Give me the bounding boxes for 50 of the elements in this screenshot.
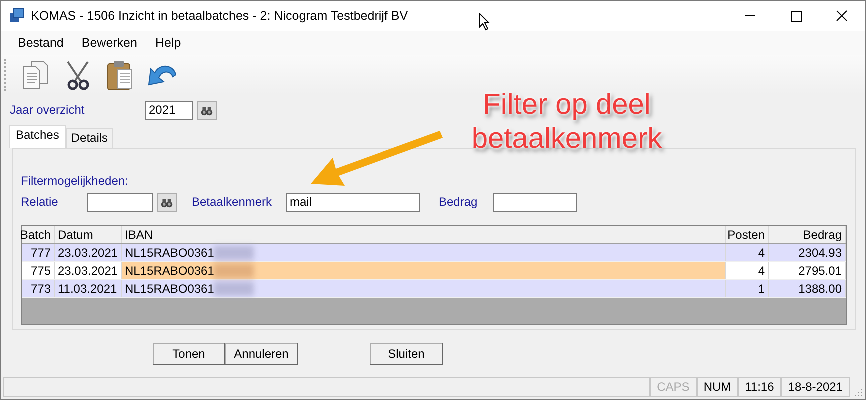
field-label: Betaalkenmerk bbox=[192, 195, 274, 209]
table-cell: 11.03.2021 bbox=[55, 280, 122, 297]
year-field[interactable]: 2021 bbox=[145, 100, 193, 120]
menu-item[interactable]: Bestand bbox=[9, 36, 73, 50]
annotation-text: Filter op deel betaalkenmerk bbox=[470, 88, 664, 156]
column-header[interactable]: Datum bbox=[55, 226, 122, 243]
column-header[interactable]: IBAN bbox=[122, 226, 726, 243]
field-label: Relatie bbox=[21, 195, 60, 209]
resize-grip-icon[interactable] bbox=[853, 387, 863, 397]
table-cell: 23.03.2021 bbox=[55, 244, 122, 261]
tab[interactable]: Batches bbox=[9, 125, 66, 148]
table-cell: NL15RABO0361 bbox=[125, 246, 214, 260]
redaction-mark bbox=[214, 264, 254, 278]
table-cell: 1 bbox=[726, 280, 769, 297]
table-cell: 777 bbox=[22, 244, 55, 261]
push-button[interactable]: Annuleren bbox=[225, 343, 298, 365]
table-cell: NL15RABO0361 bbox=[125, 282, 214, 296]
table-cell: 4 bbox=[726, 262, 769, 279]
section-heading: Filtermogelijkheden: bbox=[21, 174, 130, 190]
column-header[interactable]: Bedrag bbox=[769, 226, 846, 243]
table-cell: 2795.01 bbox=[769, 262, 846, 279]
table-cell: 1388.00 bbox=[769, 280, 846, 297]
app-icon bbox=[9, 8, 25, 24]
table-cell: 23.03.2021 bbox=[55, 262, 122, 279]
table-cell: NL15RABO0361 bbox=[125, 264, 214, 278]
table-cell: 775 bbox=[22, 262, 55, 279]
tab[interactable]: Details bbox=[66, 128, 114, 148]
push-button[interactable]: Sluiten bbox=[370, 343, 443, 365]
field-label: Bedrag bbox=[439, 195, 479, 209]
relatie-field[interactable] bbox=[87, 192, 153, 212]
status-indicator: 18-8-2021 bbox=[781, 377, 850, 397]
column-header[interactable]: Batch bbox=[22, 226, 55, 243]
status-indicator: NUM bbox=[696, 377, 738, 397]
table-cell: 773 bbox=[22, 280, 55, 297]
bedrag-field[interactable] bbox=[493, 192, 577, 212]
redaction-mark bbox=[214, 282, 254, 296]
window-title: KOMAS - 1506 Inzicht in betaalbatches - 2: Nicogram Testbedrijf BV bbox=[31, 9, 408, 23]
betaalkenmerk-field[interactable]: mail bbox=[286, 192, 420, 212]
search-button[interactable] bbox=[157, 192, 177, 212]
table-cell: 2304.93 bbox=[769, 244, 846, 261]
push-button[interactable]: Tonen bbox=[153, 343, 225, 365]
field-label: Jaar overzicht bbox=[10, 103, 86, 117]
search-button[interactable] bbox=[197, 100, 217, 120]
menu-item[interactable]: Bewerken bbox=[72, 36, 146, 50]
status-indicator: 11:16 bbox=[738, 377, 782, 397]
status-indicator: CAPS bbox=[650, 377, 697, 397]
menu-item[interactable]: Help bbox=[146, 36, 190, 50]
table-cell: 4 bbox=[726, 244, 769, 261]
column-header[interactable]: Posten bbox=[726, 226, 769, 243]
redaction-mark bbox=[214, 246, 254, 260]
